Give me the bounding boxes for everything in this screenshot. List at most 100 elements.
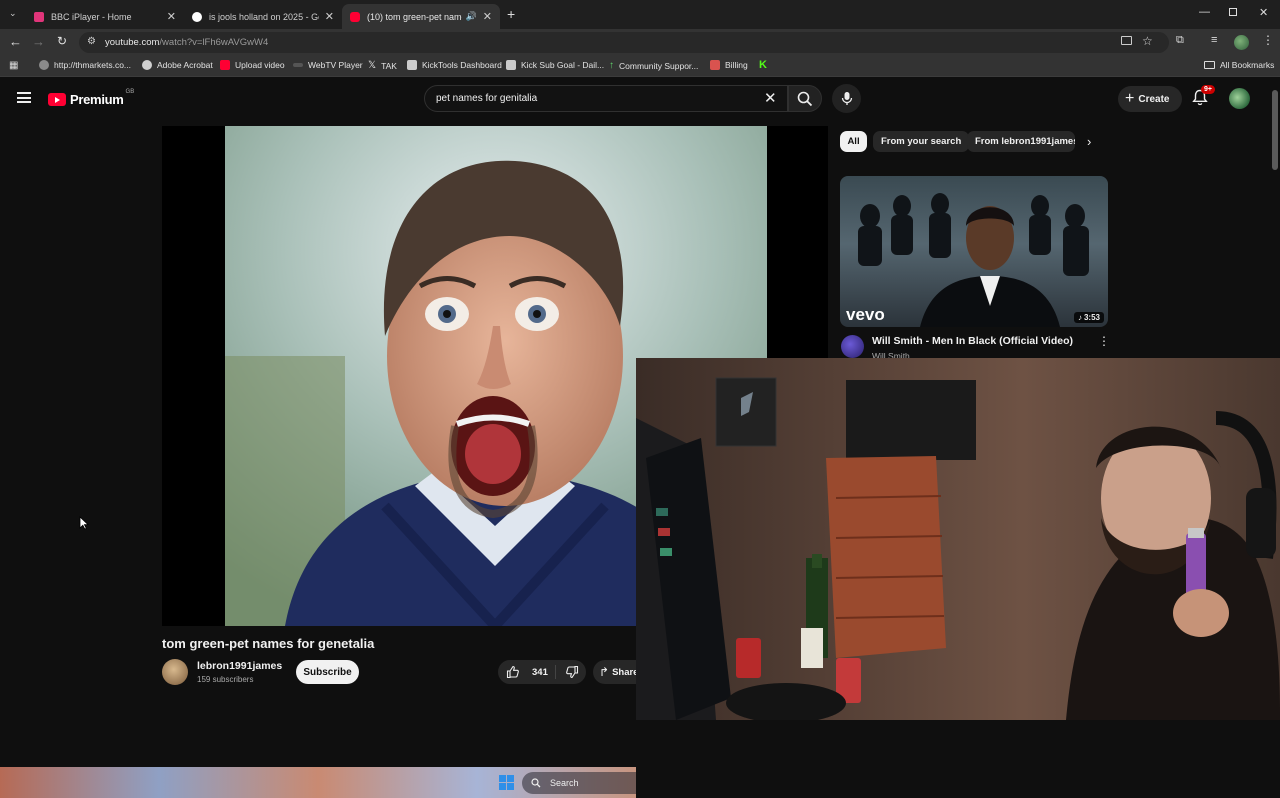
bookmark-kick-sub-goal[interactable]: Kick Sub Goal - Dail... — [506, 60, 604, 70]
thumbnail-image: vevo — [846, 193, 1089, 327]
restore-window-icon[interactable] — [1229, 8, 1237, 16]
clear-search-icon[interactable]: ✕ — [764, 89, 777, 107]
notification-count-badge: 9+ — [1201, 85, 1215, 94]
share-arrow-icon: ↱ — [599, 665, 610, 679]
chips-next-chevron-icon[interactable]: › — [1087, 134, 1091, 149]
bookmark-label: WebTV Player — [308, 60, 363, 70]
recommended-video-card[interactable]: vevo ♪ 3:53 Will Smith - Men In Black (O… — [840, 176, 1110, 362]
youtube-icon — [220, 60, 230, 70]
bookmark-label: TAK — [381, 60, 397, 71]
youtube-play-logo-icon — [48, 93, 66, 106]
site-info-icon[interactable]: ⚙ — [87, 36, 96, 47]
cast-icon[interactable] — [1121, 36, 1132, 45]
grid-icon — [407, 60, 417, 70]
tab-title: is jools holland on 2025 - Goog — [209, 11, 319, 22]
create-label: Create — [1138, 93, 1170, 105]
minimize-window-icon[interactable]: — — [1199, 6, 1210, 18]
channel-avatar[interactable] — [162, 659, 188, 685]
hamburger-menu-icon[interactable] — [17, 92, 31, 103]
search-icon — [531, 778, 541, 788]
chip-from-channel[interactable]: From lebron1991james — [967, 131, 1075, 152]
recommended-title: Will Smith - Men In Black (Official Vide… — [872, 335, 1073, 347]
bookmark-adobe-acrobat[interactable]: Adobe Acrobat — [142, 60, 213, 70]
close-window-icon[interactable]: ✕ — [1259, 6, 1268, 19]
reload-icon[interactable]: ↻ — [57, 34, 67, 48]
extensions-puzzle-icon[interactable]: ⧉ — [1176, 34, 1184, 47]
recommended-thumbnail[interactable]: vevo ♪ 3:53 — [840, 176, 1108, 327]
chip-all[interactable]: All — [840, 131, 867, 152]
thumbs-down-icon — [566, 665, 579, 679]
share-button[interactable]: ↱ Share — [593, 660, 636, 684]
create-button[interactable]: + Create — [1118, 86, 1182, 112]
google-favicon — [192, 11, 202, 22]
thumbs-up-icon — [506, 665, 519, 679]
bookmark-label: All Bookmarks — [1220, 60, 1275, 70]
close-tab-icon[interactable]: ✕ — [325, 10, 334, 23]
bookmark-community-support[interactable]: ↑ Community Suppor... — [609, 60, 698, 71]
chip-label: All — [847, 136, 860, 147]
bookmark-label: Billing — [725, 60, 748, 70]
mouse-cursor-icon — [79, 516, 89, 530]
x-logo-icon: 𝕏 — [368, 60, 377, 71]
youtube-premium-logo[interactable]: Premium GB — [48, 88, 135, 107]
back-arrow-icon[interactable]: ← — [9, 34, 22, 49]
address-bar[interactable]: ⚙ youtube.com/watch?v=lFh6wAVGwW4 ☆ — [79, 32, 1169, 53]
billing-icon — [710, 60, 720, 70]
subscribe-button[interactable]: Subscribe — [296, 660, 359, 684]
music-note-icon: ♪ — [1077, 313, 1082, 322]
dislike-button[interactable] — [558, 660, 586, 684]
page-scrollbar-thumb[interactable] — [1272, 90, 1278, 170]
channel-name[interactable]: lebron1991james — [197, 660, 282, 672]
close-tab-icon[interactable]: ✕ — [167, 10, 176, 23]
acrobat-icon — [142, 60, 152, 70]
close-tab-icon[interactable]: ✕ — [483, 10, 492, 23]
tab-youtube-video[interactable]: (10) tom green-pet names 🔊 ✕ — [342, 4, 500, 29]
browser-tab-strip: ⌄ BBC iPlayer - Home ✕ is jools holland … — [0, 0, 1280, 29]
bookmark-label: KickTools Dashboard — [422, 60, 502, 70]
search-button[interactable] — [788, 85, 822, 112]
account-avatar[interactable] — [1229, 88, 1250, 109]
like-button[interactable]: 341 — [498, 660, 553, 684]
tab-bbc-iplayer[interactable]: BBC iPlayer - Home ✕ — [26, 4, 184, 29]
apps-grid-icon[interactable]: ▦ — [9, 60, 18, 71]
tab-search-chevron-icon[interactable]: ⌄ — [9, 8, 17, 19]
all-bookmarks-folder[interactable]: All Bookmarks — [1204, 60, 1274, 70]
search-box[interactable]: pet names for genitalia ✕ — [424, 85, 788, 112]
bookmark-tak[interactable]: 𝕏 TAK — [368, 60, 397, 71]
chip-from-your-search[interactable]: From your search — [873, 131, 970, 152]
profile-avatar[interactable] — [1234, 35, 1249, 50]
audio-playing-icon[interactable]: 🔊 — [466, 11, 477, 22]
tab-title: BBC iPlayer - Home — [51, 11, 132, 22]
more-actions-kebab-icon[interactable]: ⋮ — [1098, 334, 1110, 348]
bookmark-thmarkets[interactable]: http://thmarkets.co... — [39, 60, 131, 70]
forward-arrow-icon[interactable]: → — [32, 34, 45, 49]
vevo-watermark: vevo — [846, 305, 885, 324]
bookmark-upload-video[interactable]: Upload video — [220, 60, 285, 70]
bookmark-webtv-player[interactable]: WebTV Player — [293, 60, 363, 70]
duration-text: 3:53 — [1083, 313, 1100, 322]
media-controls-icon[interactable]: ≡ — [1211, 34, 1217, 46]
bookmark-star-icon[interactable]: ☆ — [1142, 34, 1153, 48]
chip-label: From lebron1991james — [975, 136, 1075, 147]
bookmark-kicktools[interactable]: KickTools Dashboard — [407, 60, 502, 70]
region-code: GB — [125, 88, 135, 95]
kick-icon[interactable]: K — [759, 59, 767, 71]
search-input[interactable]: pet names for genitalia — [436, 93, 537, 104]
chip-label: From your search — [881, 136, 962, 147]
taskbar-search[interactable]: Search — [522, 772, 636, 794]
new-tab-plus-icon[interactable]: + — [507, 6, 515, 22]
search-icon — [797, 91, 813, 107]
notifications-button[interactable]: 9+ — [1192, 85, 1215, 109]
windows-taskbar: Search — [0, 767, 636, 798]
voice-search-button[interactable] — [832, 84, 861, 113]
browser-menu-kebab-icon[interactable]: ⋮ — [1262, 33, 1274, 47]
like-count: 341 — [532, 666, 548, 678]
recommended-channel-avatar[interactable] — [841, 335, 864, 358]
video-title: tom green-pet names for genetalia — [162, 636, 375, 651]
bookmark-billing[interactable]: Billing — [710, 60, 748, 70]
tab-google-search[interactable]: is jools holland on 2025 - Goog ✕ — [184, 4, 342, 29]
duration-badge: ♪ 3:53 — [1073, 312, 1104, 323]
url-path: /watch?v=lFh6wAVGwW4 — [159, 37, 269, 48]
start-button[interactable] — [499, 775, 514, 790]
like-dislike-group: 341 — [498, 660, 586, 684]
